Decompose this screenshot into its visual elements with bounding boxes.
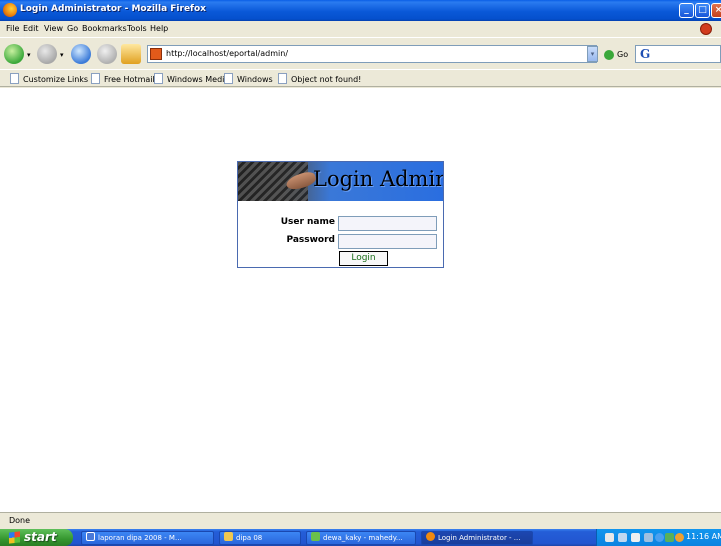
forward-dropdown-icon[interactable]: ▾ bbox=[60, 51, 64, 59]
login-header-banner: Login Admin bbox=[238, 162, 443, 201]
go-button-label[interactable]: Go bbox=[617, 50, 628, 59]
taskbar-clock: 11:16 AM bbox=[686, 532, 721, 541]
navigation-toolbar: ▾ ▾ http://localhost/eportal/admin/ ▾ Go… bbox=[0, 37, 721, 69]
menu-bookmarks[interactable]: Bookmarks bbox=[82, 24, 127, 33]
taskbar-item-firefox[interactable]: Login Administrator - ... bbox=[421, 531, 533, 545]
tray-security-icon[interactable] bbox=[665, 533, 674, 542]
page-icon bbox=[91, 73, 100, 84]
messenger-icon bbox=[311, 532, 320, 541]
address-bar[interactable]: http://localhost/eportal/admin/ bbox=[147, 45, 597, 63]
word-doc-icon bbox=[86, 532, 95, 541]
bookmarks-toolbar: Customize Links Free Hotmail Windows Med… bbox=[0, 69, 721, 87]
back-dropdown-icon[interactable]: ▾ bbox=[27, 51, 33, 59]
go-arrow-icon[interactable] bbox=[604, 50, 614, 60]
system-tray: 11:16 AM bbox=[596, 529, 721, 546]
address-dropdown-icon[interactable]: ▾ bbox=[587, 46, 598, 62]
firefox-icon bbox=[426, 532, 435, 541]
taskbar-item-laporan[interactable]: laporan dipa 2008 - M... bbox=[81, 531, 214, 545]
menu-file[interactable]: File bbox=[6, 24, 19, 33]
bookmark-item[interactable]: Object not found! bbox=[278, 73, 361, 84]
page-icon bbox=[224, 73, 233, 84]
menu-tools[interactable]: Tools bbox=[127, 24, 147, 33]
password-label: Password bbox=[286, 235, 335, 245]
tray-alert-icon[interactable] bbox=[675, 533, 684, 542]
bookmark-item[interactable]: Free Hotmail bbox=[91, 73, 155, 84]
taskbar-item-messenger[interactable]: dewa_kaky - mahedy... bbox=[306, 531, 416, 545]
status-bar: Done bbox=[0, 512, 721, 529]
bookmark-item[interactable]: Customize Links bbox=[10, 73, 88, 84]
address-url: http://localhost/eportal/admin/ bbox=[166, 49, 289, 58]
windows-flag-icon bbox=[9, 531, 20, 544]
page-icon bbox=[278, 73, 287, 84]
close-button[interactable]: × bbox=[711, 3, 721, 18]
bookmark-item[interactable]: Windows Media bbox=[154, 73, 229, 84]
menu-bar: File Edit View Go Bookmarks Tools Help bbox=[0, 21, 721, 37]
page-content: Login Admin User name Password Login bbox=[0, 88, 721, 512]
maximize-button[interactable]: □ bbox=[695, 3, 710, 18]
tray-keyboard-icon[interactable] bbox=[618, 533, 627, 542]
site-favicon-icon bbox=[150, 48, 162, 60]
tray-network-icon[interactable] bbox=[644, 533, 653, 542]
taskbar-item-dipa[interactable]: dipa 08 bbox=[219, 531, 301, 545]
menu-help[interactable]: Help bbox=[150, 24, 168, 33]
google-logo-icon: G bbox=[640, 47, 651, 61]
window-title: Login Administrator - Mozilla Firefox bbox=[20, 4, 206, 14]
tray-pen-icon[interactable] bbox=[605, 533, 614, 542]
throbber-icon bbox=[700, 23, 712, 35]
window-titlebar[interactable]: Login Administrator - Mozilla Firefox _ … bbox=[0, 0, 721, 21]
home-icon[interactable] bbox=[121, 44, 141, 64]
page-icon bbox=[154, 73, 163, 84]
windows-taskbar: start laporan dipa 2008 - M... dipa 08 d… bbox=[0, 529, 721, 546]
start-label: start bbox=[24, 530, 57, 544]
forward-arrow-icon[interactable] bbox=[37, 44, 57, 64]
status-text: Done bbox=[9, 516, 31, 525]
tray-update-icon[interactable] bbox=[655, 533, 664, 542]
back-arrow-icon[interactable] bbox=[4, 44, 24, 64]
login-button[interactable]: Login bbox=[339, 251, 388, 266]
login-title: Login Admin bbox=[313, 167, 443, 191]
username-input[interactable] bbox=[338, 216, 437, 231]
minimize-button[interactable]: _ bbox=[679, 3, 694, 18]
menu-edit[interactable]: Edit bbox=[23, 24, 39, 33]
page-icon bbox=[10, 73, 19, 84]
search-box[interactable]: G bbox=[635, 45, 721, 63]
username-label: User name bbox=[280, 217, 335, 227]
firefox-icon bbox=[3, 3, 17, 17]
tray-app-icon[interactable] bbox=[631, 533, 640, 542]
folder-icon bbox=[224, 532, 233, 541]
menu-go[interactable]: Go bbox=[67, 24, 78, 33]
stop-icon[interactable] bbox=[97, 44, 117, 64]
bookmark-item[interactable]: Windows bbox=[224, 73, 273, 84]
login-panel: Login Admin User name Password Login bbox=[237, 161, 444, 268]
menu-view[interactable]: View bbox=[44, 24, 63, 33]
password-input[interactable] bbox=[338, 234, 437, 249]
start-button[interactable]: start bbox=[0, 529, 73, 546]
reload-icon[interactable] bbox=[71, 44, 91, 64]
